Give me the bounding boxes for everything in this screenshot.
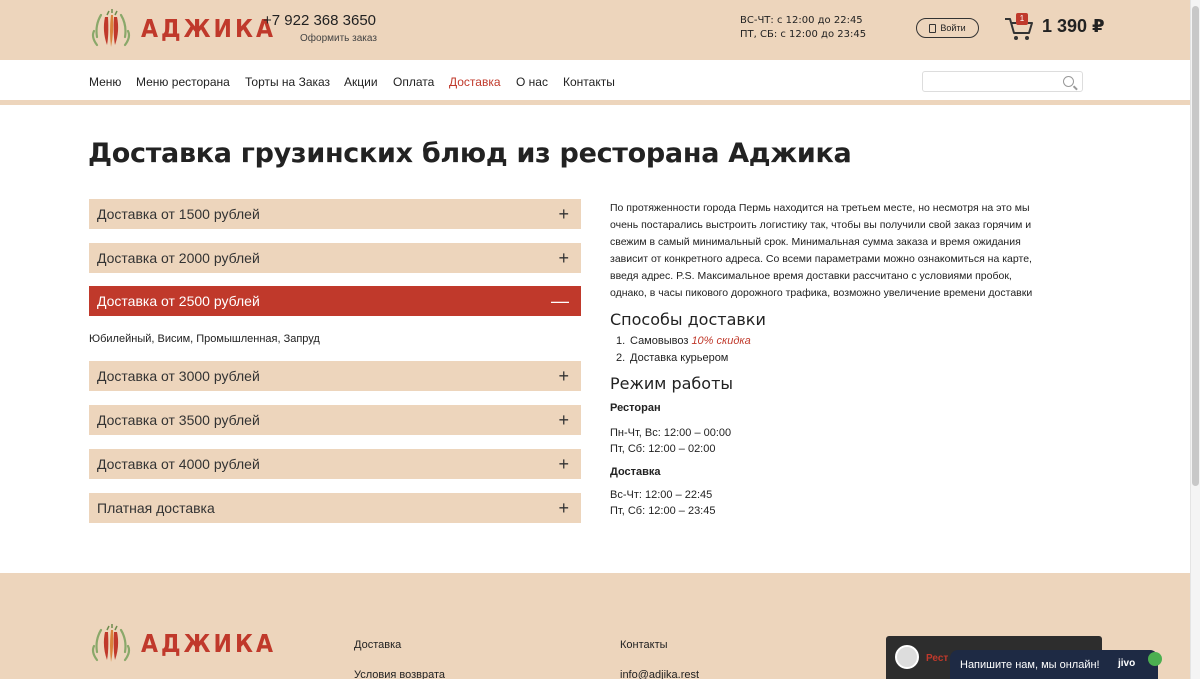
top-header: АДЖИКА +7 922 368 3650 Оформить заказ ВС… bbox=[0, 0, 1200, 60]
description-line: очень постарались выстроить логистику та… bbox=[610, 219, 1032, 231]
accordion-label: Доставка от 3500 рублей bbox=[97, 412, 260, 428]
accordion-item[interactable]: Доставка от 4000 рублей + bbox=[89, 449, 581, 479]
list-number: 2. bbox=[616, 352, 626, 364]
nav-item-contacts[interactable]: Контакты bbox=[563, 75, 615, 89]
minus-icon: — bbox=[551, 291, 569, 311]
accordion-item[interactable]: Платная доставка + bbox=[89, 493, 581, 523]
accordion-label: Доставка от 3000 рублей bbox=[97, 368, 260, 384]
hours-line: Пт, Сб: 12:00 – 23:45 bbox=[610, 505, 716, 517]
discount-label: 10% скидка bbox=[691, 335, 751, 347]
page-title: Доставка грузинских блюд из ресторана Ад… bbox=[88, 138, 852, 169]
delivery-description: По протяженности города Пермь находится … bbox=[610, 200, 1095, 302]
accordion-item-open[interactable]: Доставка от 2500 рублей — bbox=[89, 286, 581, 316]
accordion-label: Платная доставка bbox=[97, 500, 215, 516]
nav-item-cakes[interactable]: Торты на Заказ bbox=[245, 75, 330, 89]
delivery-hours-title: Доставка bbox=[610, 466, 661, 478]
description-line: введя адрес. P.S. Максимальное время дос… bbox=[610, 270, 1012, 282]
cart-count-badge: 1 bbox=[1016, 13, 1028, 25]
avatar bbox=[895, 645, 919, 669]
accordion-body: Юбилейный, Висим, Промышленная, Запруд bbox=[89, 333, 320, 345]
nav-item-delivery[interactable]: Доставка bbox=[449, 75, 501, 89]
header-hours-line: ПТ, СБ: с 12:00 до 23:45 bbox=[740, 29, 867, 40]
login-label: Войти bbox=[940, 23, 966, 33]
accordion-label: Доставка от 1500 рублей bbox=[97, 206, 260, 222]
nav-item-menu[interactable]: Меню bbox=[89, 75, 121, 89]
delivery-hours: Вс-Чт: 12:00 – 22:45 Пт, Сб: 12:00 – 23:… bbox=[610, 487, 1095, 519]
list-number: 1. bbox=[616, 335, 626, 347]
hours-line: Вс-Чт: 12:00 – 22:45 bbox=[610, 489, 713, 501]
plus-icon: + bbox=[558, 498, 569, 518]
schedule-title: Режим работы bbox=[610, 374, 734, 393]
login-button[interactable]: Войти bbox=[916, 18, 979, 38]
list-item: 2. Доставка курьером bbox=[610, 352, 1095, 369]
chat-widget-label: Напишите нам, мы онлайн! bbox=[960, 658, 1100, 671]
door-icon bbox=[929, 23, 937, 33]
chat-panel-title: Рест bbox=[926, 653, 949, 664]
search-input[interactable] bbox=[929, 72, 1059, 92]
scrollbar-thumb[interactable] bbox=[1192, 6, 1199, 486]
plus-icon: + bbox=[558, 204, 569, 224]
accordion-item[interactable]: Доставка от 1500 рублей + bbox=[89, 199, 581, 229]
order-link[interactable]: Оформить заказ bbox=[300, 33, 377, 44]
accordion-item[interactable]: Доставка от 3000 рублей + bbox=[89, 361, 581, 391]
list-item: 1. Самовывоз 10% скидка bbox=[610, 335, 1095, 352]
accordion-label: Доставка от 2000 рублей bbox=[97, 250, 260, 266]
plus-icon: + bbox=[558, 248, 569, 268]
accordion-item[interactable]: Доставка от 3500 рублей + bbox=[89, 405, 581, 435]
main-nav: Меню Меню ресторана Торты на Заказ Акции… bbox=[0, 60, 1190, 105]
footer-link-contacts[interactable]: Контакты bbox=[620, 639, 668, 651]
logo[interactable]: АДЖИКА bbox=[89, 7, 276, 51]
accordion-label: Доставка от 2500 рублей bbox=[97, 293, 260, 309]
logo-peppers-icon bbox=[91, 9, 131, 47]
phone-link[interactable]: +7 922 368 3650 bbox=[263, 12, 376, 29]
delivery-methods-list: 1. Самовывоз 10% скидка 2. Доставка курьер… bbox=[610, 335, 1095, 369]
method-label: Доставка курьером bbox=[630, 352, 729, 364]
logo-peppers-icon bbox=[91, 624, 131, 662]
nav-item-payment[interactable]: Оплата bbox=[393, 75, 434, 89]
accordion-item[interactable]: Доставка от 2000 рублей + bbox=[89, 243, 581, 273]
search-box bbox=[922, 71, 1083, 92]
accordion-label: Доставка от 4000 рублей bbox=[97, 456, 260, 472]
plus-icon: + bbox=[558, 454, 569, 474]
logo-text: АДЖИКА bbox=[141, 14, 276, 44]
search-icon[interactable] bbox=[1063, 76, 1074, 87]
method-label: Самовывоз bbox=[630, 335, 689, 347]
description-line: однако, в часы пикового дорожного трафик… bbox=[610, 287, 1033, 299]
footer-logo[interactable]: АДЖИКА bbox=[89, 622, 276, 666]
footer-link-delivery[interactable]: Доставка bbox=[354, 639, 401, 651]
nav-item-promotions[interactable]: Акции bbox=[344, 75, 378, 89]
plus-icon: + bbox=[558, 410, 569, 430]
nav-item-about[interactable]: О нас bbox=[516, 75, 548, 89]
jivo-logo: jivo bbox=[1118, 658, 1136, 669]
header-hours-line: ВС-ЧТ: с 12:00 до 22:45 bbox=[740, 15, 863, 26]
cart-total[interactable]: 1 390 ₽ bbox=[1042, 16, 1105, 37]
nav-item-restaurant-menu[interactable]: Меню ресторана bbox=[136, 75, 230, 89]
footer-email-link[interactable]: info@adjika.rest bbox=[620, 669, 699, 679]
hours-line: Пт, Сб: 12:00 – 02:00 bbox=[610, 443, 716, 455]
logo-text: АДЖИКА bbox=[141, 629, 276, 659]
description-line: По протяженности города Пермь находится … bbox=[610, 202, 1030, 214]
restaurant-hours: Пн-Чт, Вс: 12:00 – 00:00 Пт, Сб: 12:00 –… bbox=[610, 425, 1095, 457]
restaurant-title: Ресторан bbox=[610, 402, 661, 414]
header-hours: ВС-ЧТ: с 12:00 до 22:45 ПТ, СБ: с 12:00 … bbox=[740, 14, 866, 42]
hours-line: Пн-Чт, Вс: 12:00 – 00:00 bbox=[610, 427, 732, 439]
online-status-icon bbox=[1148, 652, 1162, 666]
page-scrollbar[interactable] bbox=[1190, 0, 1200, 679]
description-line: зависит от конкретного адреса. Со всеми … bbox=[610, 253, 1032, 265]
delivery-methods-title: Способы доставки bbox=[610, 310, 766, 329]
delivery-info: По протяженности города Пермь находится … bbox=[610, 200, 1095, 519]
description-line: свежим в самый минимальный срок. Минимал… bbox=[610, 236, 1021, 248]
footer-link-returns[interactable]: Условия возврата bbox=[354, 669, 445, 679]
chat-widget-button[interactable]: Напишите нам, мы онлайн! jivo bbox=[950, 650, 1162, 679]
plus-icon: + bbox=[558, 366, 569, 386]
